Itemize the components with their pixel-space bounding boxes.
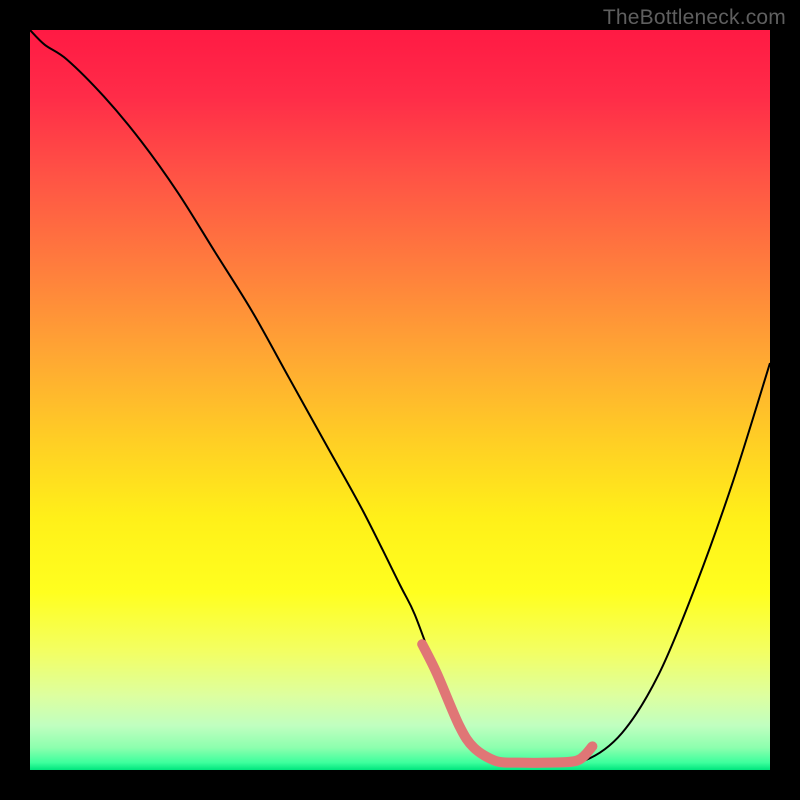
attribution-label: TheBottleneck.com	[603, 6, 786, 30]
bottleneck-chart	[30, 30, 770, 770]
chart-svg	[30, 30, 770, 770]
